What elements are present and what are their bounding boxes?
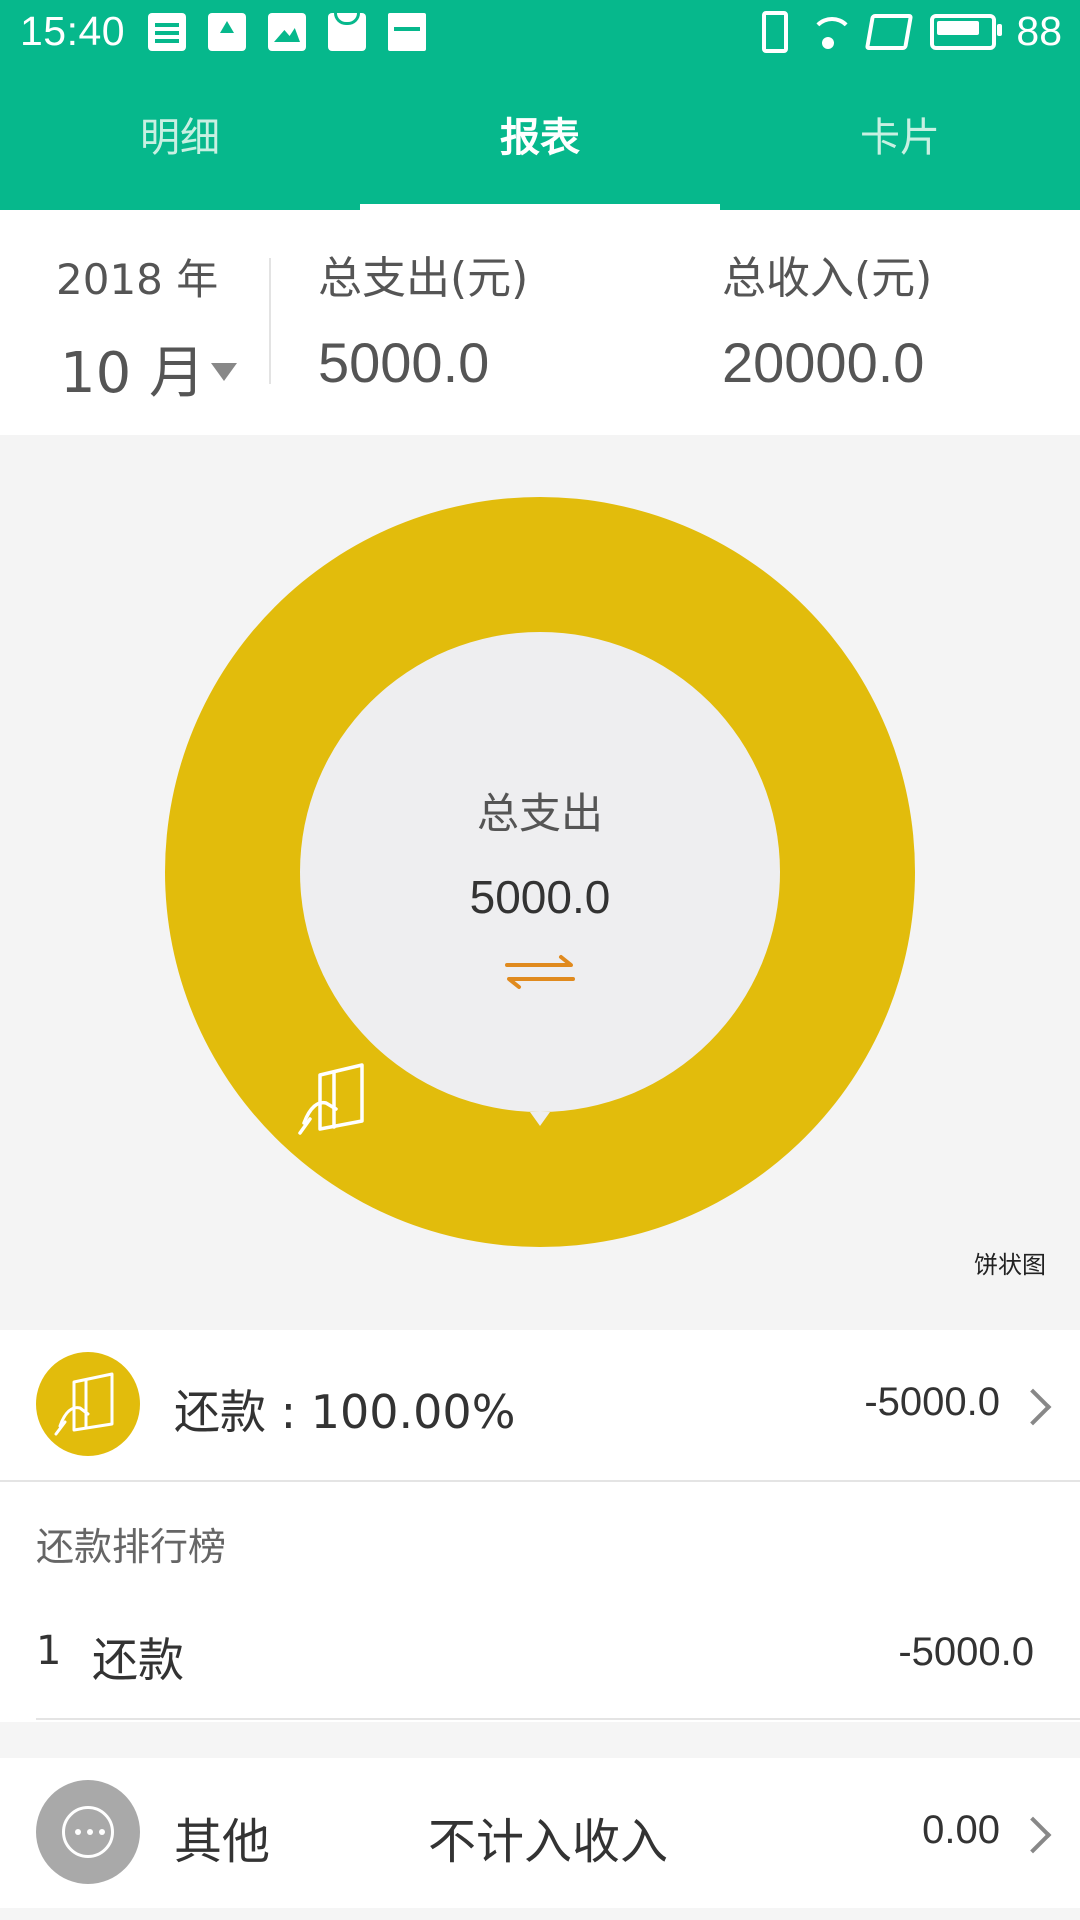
app-header: 15:40 88 明细 报表 卡片 (0, 0, 1080, 210)
tab-cards[interactable]: 卡片 (720, 66, 1080, 210)
total-expense-label: 总支出(元) (318, 253, 529, 304)
total-expense-value: 5000.0 (318, 331, 490, 394)
ranking-divider (36, 1718, 1080, 1720)
category-percent: 还款 : 100.00% (174, 1385, 516, 1439)
bag-icon (328, 13, 366, 51)
chart-center-value: 5000.0 (469, 871, 611, 923)
total-income-label: 总收入(元) (722, 253, 933, 304)
battery-level: 88 (1016, 8, 1062, 54)
ranking-section: 还款排行榜 1 还款 -5000.0 (0, 1482, 1080, 1722)
sim-icon (865, 13, 914, 50)
vibrate-icon (762, 10, 789, 53)
ranking-amount: -5000.0 (898, 1630, 1034, 1674)
chevron-right-icon (1014, 1388, 1052, 1426)
other-name: 其他 (174, 1814, 271, 1870)
more-icon (62, 1806, 114, 1858)
other-amount: 0.00 (922, 1808, 1000, 1852)
swap-icon[interactable] (505, 951, 575, 991)
category-badge (36, 1352, 140, 1456)
ranking-number: 1 (36, 1628, 62, 1674)
summary-divider (269, 258, 271, 384)
ranking-title: 还款排行榜 (36, 1525, 227, 1569)
ranking-name: 还款 (92, 1633, 184, 1687)
category-amount: -5000.0 (864, 1380, 1000, 1424)
status-bar: 15:40 88 (0, 0, 1080, 66)
notification-icons (148, 13, 426, 51)
system-icons: 88 (762, 8, 1062, 55)
status-time: 15:40 (20, 8, 126, 54)
year-label: 2018 年 (56, 255, 219, 304)
wifi-icon (808, 15, 855, 49)
news-icon (148, 13, 186, 51)
chart-area: 总支出 5000.0 饼状图 (0, 435, 1080, 1330)
dropdown-arrow-icon (211, 362, 238, 381)
chart-caption: 饼状图 (974, 1251, 1046, 1279)
total-income-value: 20000.0 (722, 331, 925, 394)
tab-report[interactable]: 报表 (360, 66, 720, 210)
other-row[interactable]: 其他 不计入收入 0.00 (0, 1758, 1080, 1908)
chart-center-label: 总支出 (476, 789, 603, 838)
category-row[interactable]: 还款 : 100.00% -5000.0 (0, 1330, 1080, 1482)
calendar-icon (388, 13, 426, 51)
card-hand-icon (54, 1372, 114, 1436)
image-icon (268, 13, 306, 51)
tab-bar: 明细 报表 卡片 (0, 66, 1080, 210)
upload-icon (208, 13, 246, 51)
other-note: 不计入收入 (428, 1814, 669, 1870)
ranking-row[interactable]: 1 还款 -5000.0 (0, 1600, 1080, 1720)
chevron-right-icon (1014, 1816, 1052, 1854)
month-label: 10 月 (60, 341, 206, 406)
other-badge (36, 1780, 140, 1884)
battery-icon (930, 13, 1003, 50)
tab-details[interactable]: 明细 (0, 66, 360, 210)
summary-panel: 2018 年 10 月 总支出(元) 5000.0 总收入(元) 20000.0 (0, 210, 1080, 435)
month-selector[interactable]: 10 月 (60, 328, 238, 409)
